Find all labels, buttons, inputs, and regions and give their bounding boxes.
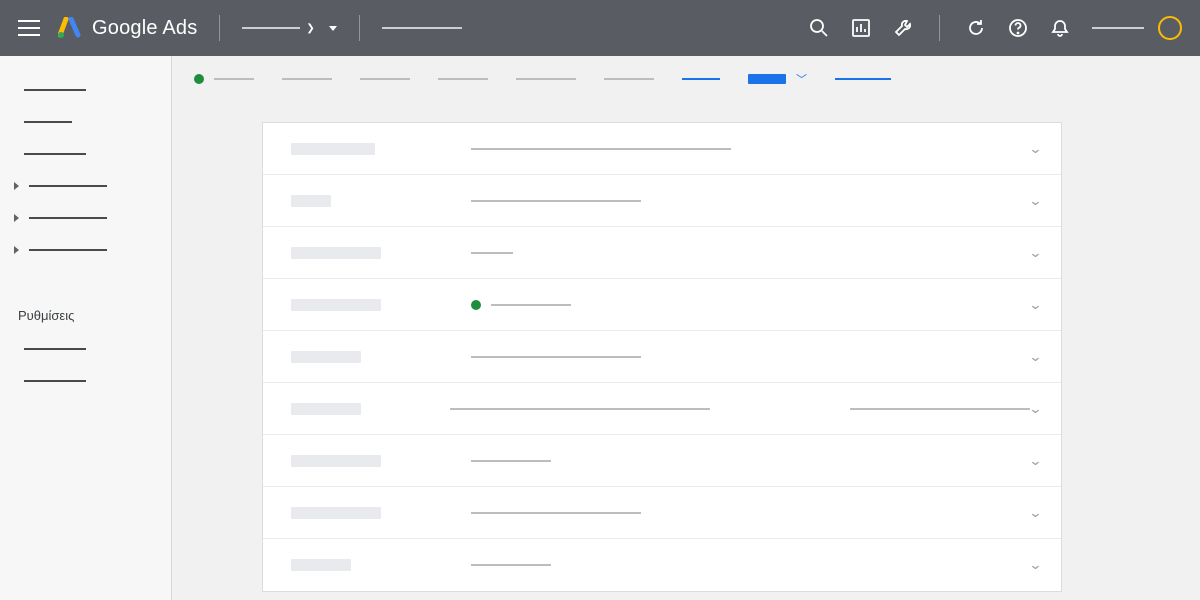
setting-row[interactable]: ⌄: [263, 487, 1061, 539]
setting-value-secondary: [850, 408, 1030, 410]
status-dot-icon: [471, 300, 481, 310]
chevron-down-icon: ⌄: [1028, 193, 1042, 209]
setting-label: [291, 403, 361, 415]
reports-icon[interactable]: [851, 18, 871, 38]
setting-label: [291, 351, 361, 363]
search-icon[interactable]: [809, 18, 829, 38]
crumb-item[interactable]: [516, 78, 576, 80]
setting-label: [291, 507, 381, 519]
sidebar-item-expandable[interactable]: [0, 234, 171, 266]
sidebar-item[interactable]: [0, 365, 171, 397]
setting-label: [291, 299, 381, 311]
setting-value: [471, 252, 513, 254]
crumb-item-link[interactable]: [682, 78, 720, 80]
dropdown-icon: [329, 26, 337, 31]
setting-label: [291, 195, 331, 207]
setting-value: [471, 200, 641, 202]
app-header: Google Ads ❯: [0, 0, 1200, 56]
crumb-item-link[interactable]: [835, 78, 891, 80]
sidebar-item[interactable]: [0, 74, 171, 106]
setting-row[interactable]: ⌄: [263, 331, 1061, 383]
settings-list: ⌄ ⌄ ⌄ ⌄: [262, 122, 1062, 592]
chevron-down-icon: ⌄: [1028, 245, 1042, 261]
chevron-down-icon: ⌄: [1028, 141, 1042, 157]
sidebar-item-expandable[interactable]: [0, 202, 171, 234]
setting-value: [471, 512, 641, 514]
crumb-item[interactable]: [214, 78, 254, 80]
crumb-item[interactable]: [438, 78, 488, 80]
tools-icon[interactable]: [893, 18, 913, 38]
chevron-down-icon: ⌄: [1028, 297, 1042, 313]
sidebar-item[interactable]: [0, 138, 171, 170]
setting-row[interactable]: ⌄: [263, 435, 1061, 487]
campaign-label: [382, 27, 462, 29]
setting-value: [471, 356, 641, 358]
setting-value: [471, 460, 551, 462]
chevron-right-icon: ❯: [306, 23, 314, 34]
sidebar: Ρυθμίσεις: [0, 56, 172, 600]
chevron-down-icon: ⌄: [1028, 453, 1042, 469]
account-selector[interactable]: ❯: [242, 23, 336, 34]
setting-label: [291, 143, 375, 155]
setting-value: [450, 408, 710, 410]
avatar[interactable]: [1158, 16, 1182, 40]
setting-label: [291, 455, 381, 467]
chevron-down-icon: ⌄: [1028, 349, 1042, 365]
content-area: ﹀ ⌄ ⌄ ⌄: [172, 56, 1200, 600]
status-dot-icon: [194, 74, 204, 84]
sidebar-item-expandable[interactable]: [0, 170, 171, 202]
breadcrumb-bar: ﹀: [172, 56, 1200, 102]
setting-label: [291, 559, 351, 571]
product-name: Google Ads: [92, 17, 197, 40]
crumb-item[interactable]: [282, 78, 332, 80]
setting-row[interactable]: ⌄: [263, 539, 1061, 591]
setting-value: [471, 148, 731, 150]
chevron-down-icon[interactable]: ﹀: [796, 71, 807, 87]
setting-value: [491, 304, 571, 306]
user-label: [1092, 27, 1144, 29]
crumb-item[interactable]: [604, 78, 654, 80]
help-icon[interactable]: [1008, 18, 1028, 38]
crumb-item-active[interactable]: [748, 74, 786, 84]
refresh-icon[interactable]: [966, 18, 986, 38]
sidebar-item[interactable]: [0, 333, 171, 365]
menu-icon[interactable]: [18, 20, 40, 36]
setting-value: [471, 564, 551, 566]
caret-right-icon: [14, 182, 19, 190]
notifications-icon[interactable]: [1050, 18, 1070, 38]
setting-row[interactable]: ⌄: [263, 227, 1061, 279]
sidebar-item-settings[interactable]: Ρυθμίσεις: [0, 298, 171, 333]
chevron-down-icon: ⌄: [1028, 505, 1042, 521]
google-ads-logo-icon: [58, 17, 82, 39]
crumb-item[interactable]: [360, 78, 410, 80]
chevron-down-icon: ⌄: [1028, 557, 1042, 573]
setting-label: [291, 247, 381, 259]
chevron-down-icon: ⌄: [1028, 401, 1042, 417]
logo[interactable]: Google Ads: [58, 17, 197, 40]
caret-right-icon: [14, 214, 19, 222]
setting-row[interactable]: ⌄: [263, 279, 1061, 331]
sidebar-item[interactable]: [0, 106, 171, 138]
setting-row[interactable]: ⌄: [263, 175, 1061, 227]
setting-row[interactable]: ⌄: [263, 123, 1061, 175]
setting-row[interactable]: ⌄: [263, 383, 1061, 435]
caret-right-icon: [14, 246, 19, 254]
